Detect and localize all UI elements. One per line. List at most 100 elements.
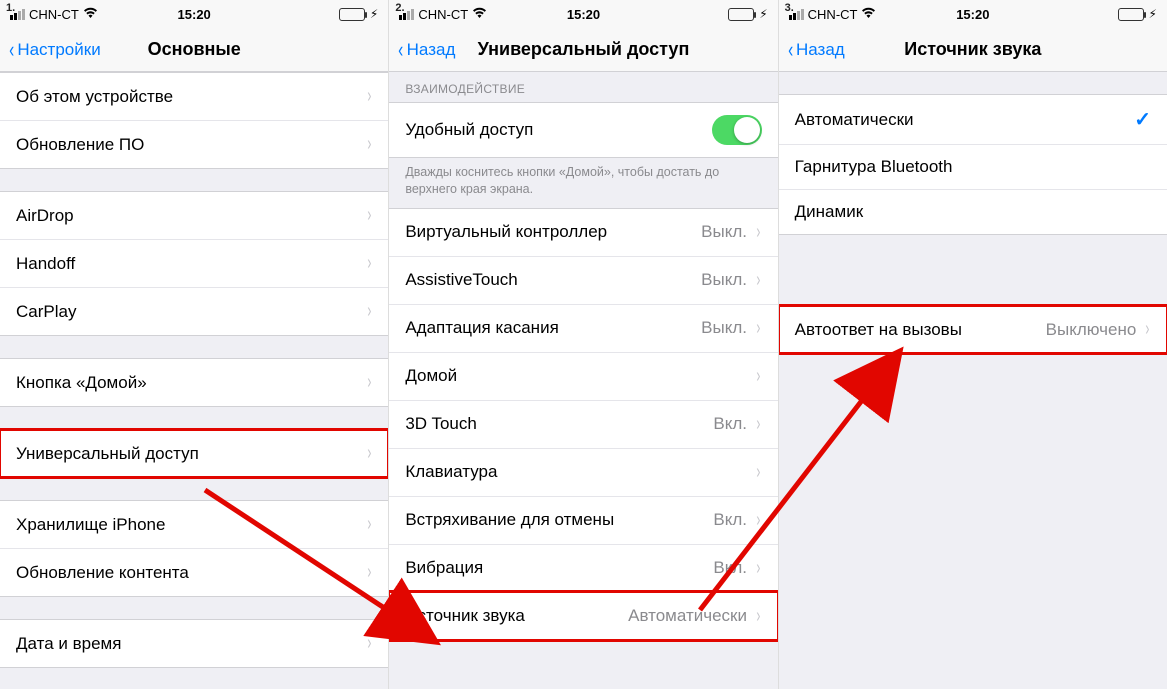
group-home: Кнопка «Домой» › <box>0 358 388 407</box>
cell-auto-answer-calls[interactable]: Автоответ на вызовы Выключено › <box>779 306 1167 353</box>
back-label: Назад <box>407 40 456 60</box>
cell-assistivetouch[interactable]: AssistiveTouch Выкл. › <box>389 256 777 304</box>
battery-icon <box>339 8 365 21</box>
cell-background-refresh[interactable]: Обновление контента › <box>0 548 388 596</box>
battery-icon <box>728 8 754 21</box>
cell-value: Вкл. <box>713 558 747 578</box>
group-storage: Хранилище iPhone › Обновление контента › <box>0 500 388 597</box>
group-routing-options: Автоматически ✓ Гарнитура Bluetooth Дина… <box>779 94 1167 235</box>
clock-label: 15:20 <box>0 7 388 22</box>
back-label: Назад <box>796 40 845 60</box>
chevron-right-icon: › <box>367 204 371 227</box>
cell-value: Вкл. <box>713 414 747 434</box>
cell-handoff[interactable]: Handoff › <box>0 239 388 287</box>
chevron-right-icon: › <box>367 252 371 275</box>
cell-label: Handoff <box>16 254 75 274</box>
cell-option-bluetooth-headset[interactable]: Гарнитура Bluetooth <box>779 144 1167 189</box>
chevron-right-icon: › <box>367 300 371 323</box>
chevron-right-icon: › <box>756 413 760 436</box>
cell-reachability[interactable]: Удобный доступ <box>389 103 777 157</box>
section-header-interaction: ВЗАИМОДЕЙСТВИЕ <box>389 72 777 102</box>
battery-icon <box>1118 8 1144 21</box>
chevron-right-icon: › <box>367 85 371 108</box>
chevron-right-icon: › <box>756 461 760 484</box>
cell-label: Автоответ на вызовы <box>795 320 962 340</box>
cell-label: Встряхивание для отмены <box>405 510 614 530</box>
cell-label: AssistiveTouch <box>405 270 517 290</box>
cell-3d-touch[interactable]: 3D Touch Вкл.› <box>389 400 777 448</box>
toggle-switch[interactable] <box>712 115 762 145</box>
cell-label: Автоматически <box>795 110 914 130</box>
chevron-right-icon: › <box>367 371 371 394</box>
section-footer: Дважды коснитесь кнопки «Домой», чтобы д… <box>389 158 777 208</box>
back-button[interactable]: ‹ Настройки <box>8 39 101 61</box>
clock-label: 15:20 <box>389 7 777 22</box>
chevron-right-icon: › <box>756 269 760 292</box>
cell-value: Автоматически <box>628 606 747 626</box>
cell-carplay[interactable]: CarPlay › <box>0 287 388 335</box>
cell-label: Домой <box>405 366 457 386</box>
status-bar: CHN-CT 15:20 ⚡︎ <box>389 0 777 28</box>
cell-label: Динамик <box>795 202 863 222</box>
chevron-right-icon: › <box>367 133 371 156</box>
cell-option-automatic[interactable]: Автоматически ✓ <box>779 95 1167 144</box>
screen-1-general: 1. CHN-CT 15:20 ⚡︎ ‹ Настройки Основные <box>0 0 389 689</box>
chevron-right-icon: › <box>756 221 760 244</box>
cell-label: Универсальный доступ <box>16 444 199 464</box>
nav-header: ‹ Настройки Основные <box>0 28 388 72</box>
cell-value: Выкл. <box>701 270 747 290</box>
cell-value: Выключено <box>1046 320 1137 340</box>
screen-2-accessibility: 2. CHN-CT 15:20 ⚡︎ ‹ Назад Универсальный… <box>389 0 778 689</box>
nav-header: ‹ Назад Универсальный доступ <box>389 28 777 72</box>
cell-label: Дата и время <box>16 634 121 654</box>
cell-shake-to-undo[interactable]: Встряхивание для отмены Вкл. › <box>389 496 777 544</box>
chevron-right-icon: › <box>756 365 760 388</box>
chevron-right-icon: › <box>756 317 760 340</box>
cell-call-audio-routing[interactable]: Источник звука Автоматически › <box>389 592 777 640</box>
cell-switch-control[interactable]: Виртуальный контроллер Выкл.› <box>389 209 777 256</box>
step-label-3: 3. <box>785 2 794 14</box>
cell-label: Об этом устройстве <box>16 87 173 107</box>
chevron-left-icon: ‹ <box>9 39 14 61</box>
cell-vibration[interactable]: Вибрация Вкл.› <box>389 544 777 592</box>
cell-keyboard[interactable]: Клавиатура › <box>389 448 777 496</box>
cell-home-button[interactable]: Кнопка «Домой» › <box>0 359 388 406</box>
step-label-2: 2. <box>395 2 404 14</box>
group-interaction-rows: Виртуальный контроллер Выкл.› AssistiveT… <box>389 208 777 641</box>
chevron-right-icon: › <box>367 561 371 584</box>
cell-airdrop[interactable]: AirDrop › <box>0 192 388 239</box>
group-airdrop: AirDrop › Handoff › CarPlay › <box>0 191 388 336</box>
chevron-left-icon: ‹ <box>398 39 403 61</box>
cell-date-time[interactable]: Дата и время › <box>0 620 388 667</box>
cell-home[interactable]: Домой › <box>389 352 777 400</box>
back-button[interactable]: ‹ Назад <box>787 39 845 61</box>
cell-about-device[interactable]: Об этом устройстве › <box>0 73 388 120</box>
cell-value: Вкл. <box>713 510 747 530</box>
cell-label: Виртуальный контроллер <box>405 222 607 242</box>
chevron-right-icon: › <box>756 557 760 580</box>
cell-label: Клавиатура <box>405 462 497 482</box>
cell-label: Обновление ПО <box>16 135 144 155</box>
chevron-left-icon: ‹ <box>788 39 793 61</box>
cell-iphone-storage[interactable]: Хранилище iPhone › <box>0 501 388 548</box>
cell-label: AirDrop <box>16 206 74 226</box>
back-button[interactable]: ‹ Назад <box>397 39 455 61</box>
chevron-right-icon: › <box>756 509 760 532</box>
status-bar: CHN-CT 15:20 ⚡︎ <box>779 0 1167 28</box>
chevron-right-icon: › <box>1146 318 1150 341</box>
group-datetime: Дата и время › <box>0 619 388 668</box>
chevron-right-icon: › <box>756 605 760 628</box>
cell-accessibility[interactable]: Универсальный доступ › <box>0 430 388 477</box>
cell-label: CarPlay <box>16 302 76 322</box>
chevron-right-icon: › <box>367 442 371 465</box>
cell-label: Адаптация касания <box>405 318 558 338</box>
cell-label: Источник звука <box>405 606 525 626</box>
cell-software-update[interactable]: Обновление ПО › <box>0 120 388 168</box>
cell-option-speaker[interactable]: Динамик <box>779 189 1167 234</box>
chevron-right-icon: › <box>367 632 371 655</box>
group-about: Об этом устройстве › Обновление ПО › <box>0 72 388 169</box>
chevron-right-icon: › <box>367 513 371 536</box>
cell-label: Обновление контента <box>16 563 189 583</box>
cell-touch-accommodations[interactable]: Адаптация касания Выкл.› <box>389 304 777 352</box>
group-reachability: Удобный доступ <box>389 102 777 158</box>
